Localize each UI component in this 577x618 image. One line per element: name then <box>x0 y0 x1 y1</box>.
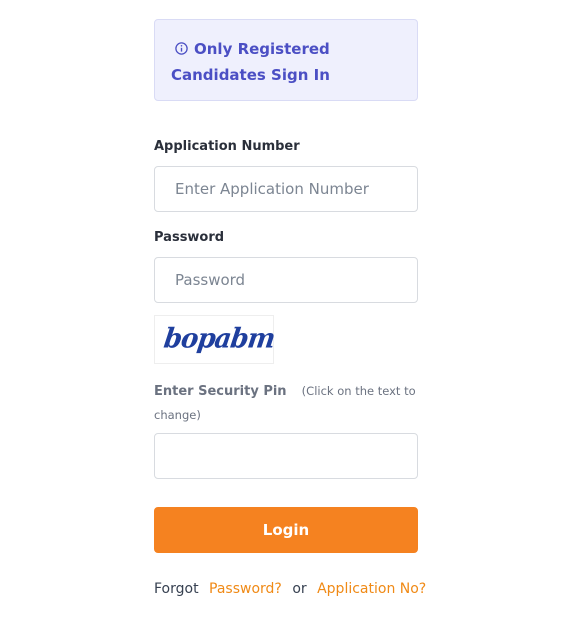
password-input[interactable] <box>154 257 418 303</box>
security-pin-label: Enter Security Pin <box>154 384 287 399</box>
application-number-input[interactable] <box>154 166 418 212</box>
info-alert: Only Registered Candidates Sign In <box>154 19 418 101</box>
forgot-password-link[interactable]: Password? <box>209 581 282 597</box>
security-pin-label-row: Enter Security Pin (Click on the text to… <box>154 379 424 426</box>
forgot-prefix: Forgot <box>154 581 199 597</box>
forgot-or: or <box>292 581 307 597</box>
forgot-links: Forgot Password? or Application No? <box>154 581 432 597</box>
application-number-label: Application Number <box>154 139 300 154</box>
login-page: Only Registered Candidates Sign In Appli… <box>0 0 577 618</box>
captcha-image[interactable]: bopabm <box>154 315 277 364</box>
login-button[interactable]: Login <box>154 507 418 553</box>
alert-text-line2: Candidates Sign In <box>171 66 330 84</box>
info-icon <box>175 37 188 55</box>
alert-text-line1: Only Registered <box>194 40 330 58</box>
security-pin-input[interactable] <box>154 433 418 479</box>
captcha-text[interactable]: bopabm <box>162 323 277 355</box>
password-label: Password <box>154 230 225 245</box>
forgot-application-link[interactable]: Application No? <box>317 581 426 597</box>
